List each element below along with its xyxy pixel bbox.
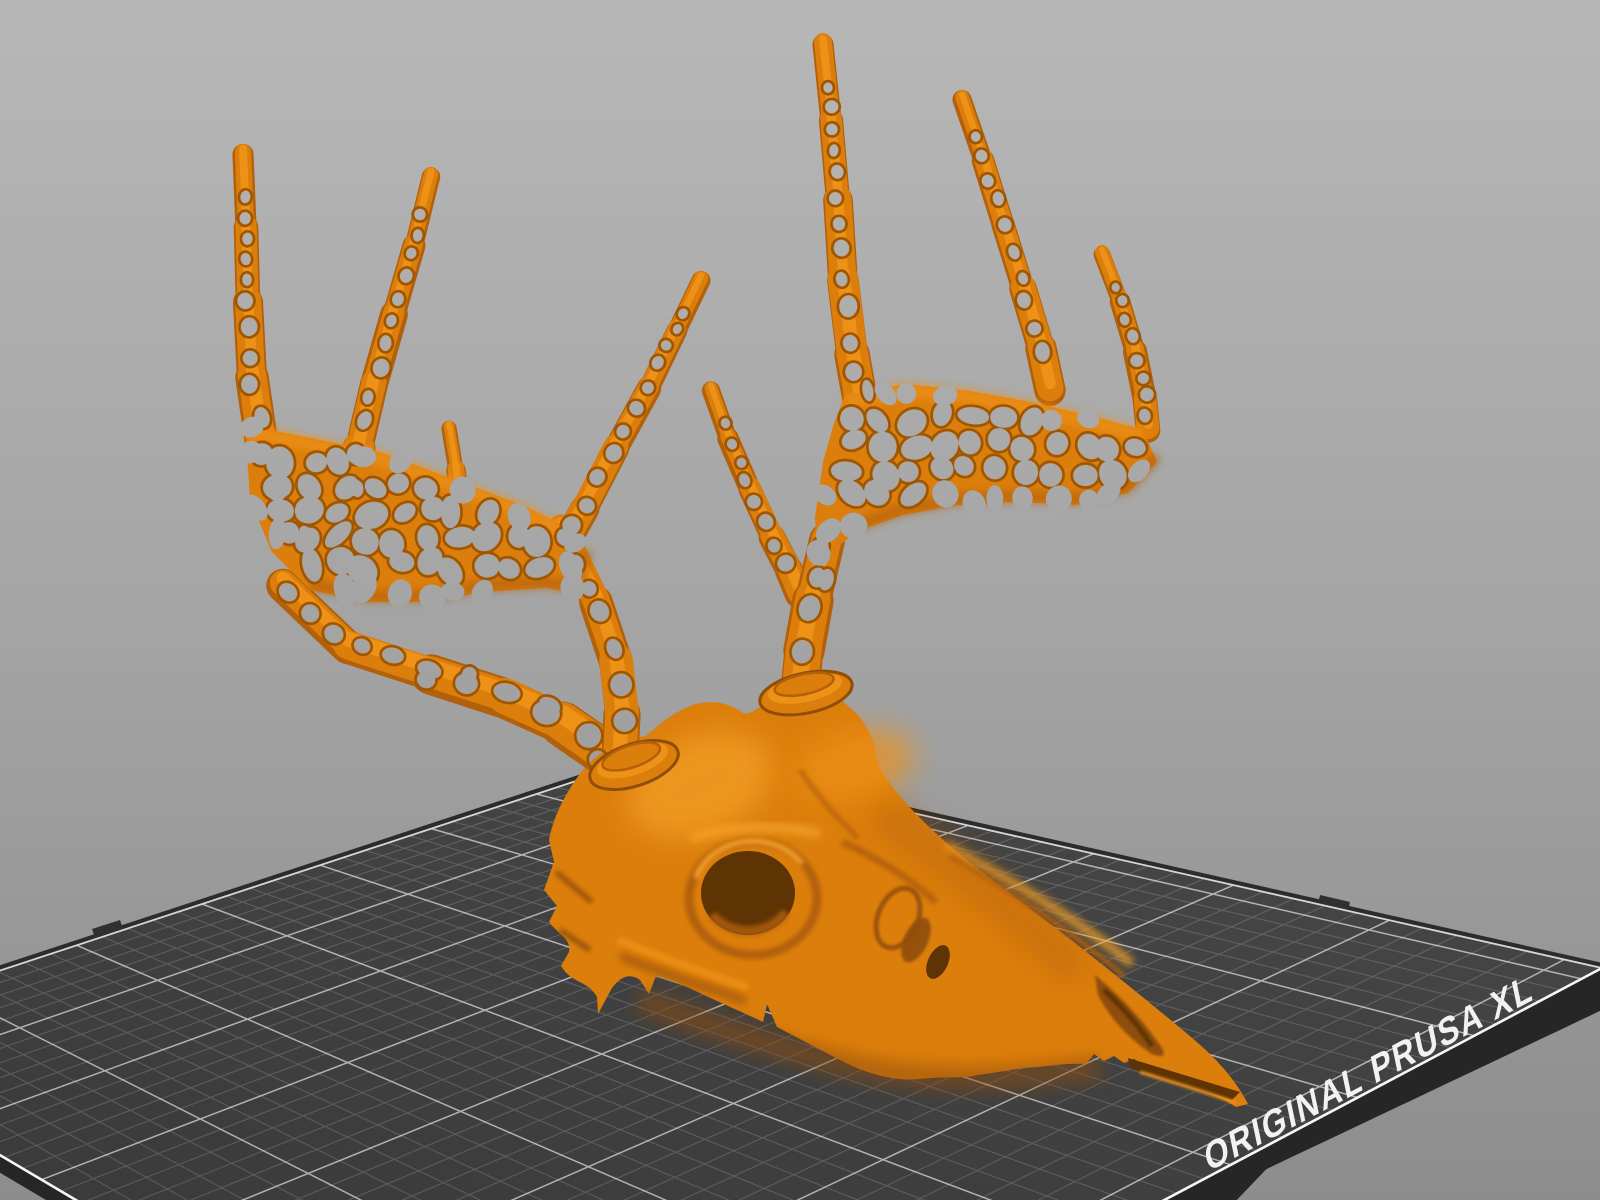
slicer-3d-viewport[interactable]: ORIGINAL PRUSA XL: [0, 0, 1600, 1200]
